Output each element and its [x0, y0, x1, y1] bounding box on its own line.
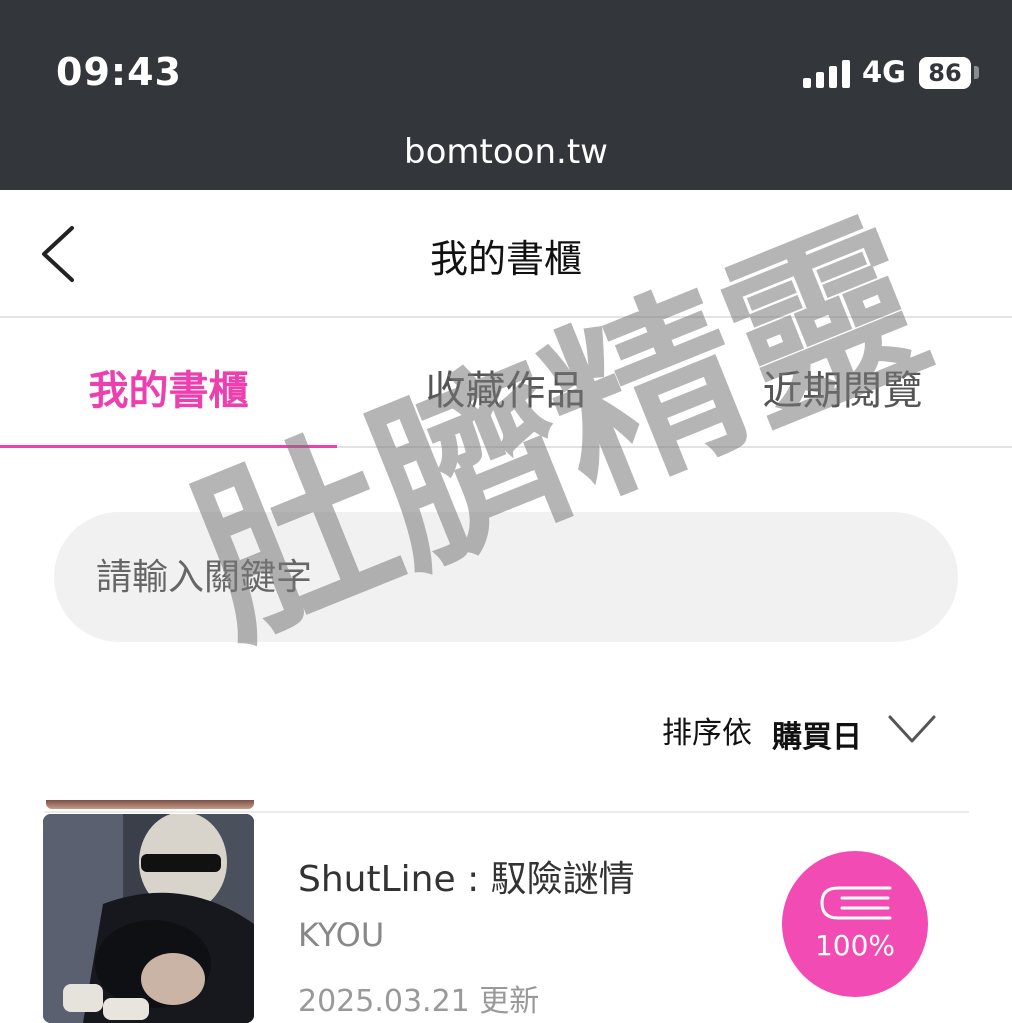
search-input[interactable]	[54, 512, 958, 642]
sort-value: 購買日	[772, 720, 862, 755]
tab-my-bookshelf[interactable]: 我的書櫃	[0, 358, 337, 416]
book-title[interactable]: ShutLine : 馭險謎情	[298, 850, 635, 902]
signal-icon	[803, 58, 851, 88]
list-divider	[44, 811, 969, 813]
battery-tip	[974, 66, 979, 79]
network-type: 4G	[862, 55, 906, 89]
tab-recently-viewed[interactable]: 近期閱覽	[674, 358, 1011, 416]
book-author: KYOU	[298, 916, 385, 954]
battery-icon: 86	[919, 57, 971, 89]
page-title: 我的書櫃	[429, 237, 582, 281]
book-update-date: 2025.03.21 更新	[298, 984, 540, 1019]
sort-label: 排序依	[662, 716, 752, 751]
book-icon	[820, 886, 892, 920]
progress-percent: 100%	[814, 929, 896, 962]
battery-level: 86	[928, 59, 962, 87]
chevron-down-icon	[888, 715, 936, 743]
active-tab-indicator	[0, 445, 337, 448]
tab-favorites[interactable]: 收藏作品	[337, 358, 674, 416]
tab-bar: 我的書櫃 收藏作品 近期閱覽	[0, 318, 1012, 448]
status-bar: 09:43 4G 86 bomtoon.tw	[0, 0, 1012, 190]
book-cover[interactable]	[43, 814, 254, 1023]
address-bar-url[interactable]: bomtoon.tw	[0, 132, 1012, 172]
read-progress-button[interactable]: 100%	[782, 851, 928, 997]
status-time: 09:43	[56, 50, 182, 94]
page-header: 我的書櫃	[0, 190, 1012, 318]
cover-art	[43, 814, 254, 1023]
previous-item-thumbnail-edge	[46, 800, 254, 809]
